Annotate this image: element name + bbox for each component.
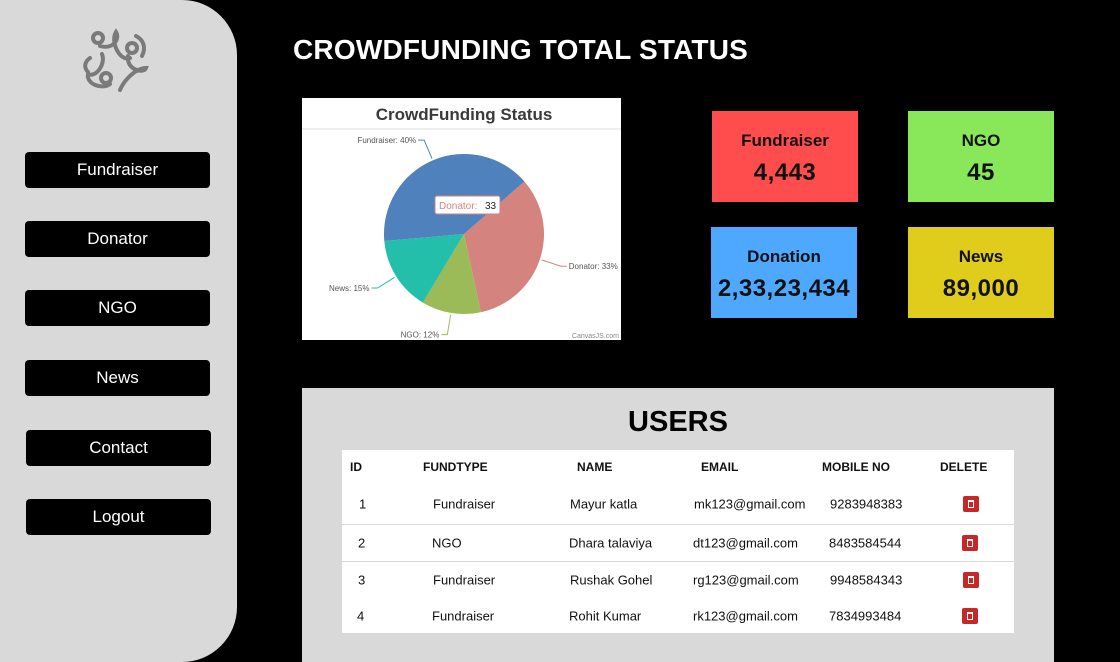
stat-card-ngo: NGO 45 <box>908 111 1054 202</box>
stat-card-value: 45 <box>967 159 995 186</box>
cell-email: rk123@gmail.com <box>693 608 798 623</box>
slice-label-leader <box>371 277 395 289</box>
cell-name: Mayur katla <box>570 496 638 512</box>
cell-name: Rushak Gohel <box>570 572 653 588</box>
slice-label-leader <box>418 139 433 159</box>
table-row: 4 Fundraiser Rohit Kumar rk123@gmail.com… <box>342 598 1014 633</box>
chart-credit: CanvasJS.com <box>572 333 619 340</box>
cell-id: 3 <box>358 572 366 588</box>
nav-logout-button[interactable]: Logout <box>26 499 211 535</box>
column-header-delete: DELETE <box>940 460 988 474</box>
stat-card-fundraiser: Fundraiser 4,443 <box>712 111 858 202</box>
status-pie-chart: CrowdFunding Status Donator: 33% NGO: 12%… <box>302 98 621 340</box>
nav-ngo-button[interactable]: NGO <box>25 290 210 326</box>
table-header-row: ID FUNDTYPE NAME EMAIL MOBILE NO DELETE <box>342 450 1014 484</box>
nav-donator-button[interactable]: Donator <box>25 221 210 257</box>
nav-fundraiser-button[interactable]: Fundraiser <box>25 152 210 188</box>
stat-card-label: Fundraiser <box>741 131 829 150</box>
cell-id: 4 <box>357 608 365 623</box>
nav-news-button[interactable]: News <box>25 360 210 396</box>
slice-label-leader <box>541 259 567 267</box>
cell-mobile: 9283948383 <box>830 496 903 512</box>
users-title: USERS <box>628 406 728 438</box>
table-row: 2 NGO Dhara talaviya dt123@gmail.com 848… <box>342 525 1014 561</box>
stat-card-value: 4,443 <box>753 159 817 186</box>
trash-icon[interactable] <box>962 607 978 624</box>
cell-mobile: 9948584343 <box>830 572 903 588</box>
slice-label: NGO: 12% <box>401 331 440 340</box>
cell-mobile: 8483584544 <box>829 535 902 551</box>
tooltip-value: 33 <box>485 201 497 212</box>
slice-label: Fundraiser: 40% <box>357 136 416 145</box>
people-logo-icon <box>83 28 149 92</box>
slice-label: News: 15% <box>329 284 369 293</box>
trash-icon[interactable] <box>962 535 978 551</box>
chart-title: CrowdFunding Status <box>376 105 553 124</box>
cell-name: Dhara talaviya <box>569 535 653 551</box>
cell-email: dt123@gmail.com <box>693 535 798 551</box>
cell-fundtype: Fundraiser <box>432 608 495 623</box>
cell-email: rg123@gmail.com <box>693 572 799 588</box>
column-header-mobile: MOBILE NO <box>822 460 890 474</box>
table-row: 1 Fundraiser Mayur katla mk123@gmail.com… <box>342 484 1014 524</box>
cell-fundtype: Fundraiser <box>433 572 496 588</box>
cell-fundtype: NGO <box>432 535 462 551</box>
column-header-name: NAME <box>577 460 613 474</box>
stat-card-news: News 89,000 <box>908 227 1054 318</box>
cell-name: Rohit Kumar <box>569 608 642 623</box>
stat-card-label: NGO <box>961 131 1001 150</box>
column-header-email: EMAIL <box>701 460 739 474</box>
trash-icon[interactable] <box>963 496 979 512</box>
stat-card-donation: Donation 2,33,23,434 <box>711 227 857 318</box>
stat-card-label: News <box>958 247 1004 266</box>
pie-chart-svg: CrowdFunding Status Donator: 33% NGO: 12%… <box>302 105 621 340</box>
stat-card-value: 89,000 <box>942 275 1020 302</box>
stat-card-label: Donation <box>747 247 821 266</box>
cell-mobile: 7834993484 <box>829 608 902 623</box>
cell-id: 2 <box>358 535 366 551</box>
slice-label-leader <box>441 314 452 336</box>
table-row: 3 Fundraiser Rushak Gohel rg123@gmail.co… <box>342 562 1014 598</box>
chart-tooltip: Donator: 33 <box>434 195 501 215</box>
slice-label: Donator: 33% <box>569 262 618 271</box>
page-title: CROWDFUNDING TOTAL STATUS <box>293 34 749 65</box>
column-header-fundtype: FUNDTYPE <box>423 460 488 474</box>
nav-contact-button[interactable]: Contact <box>26 430 211 466</box>
users-panel: USERS ID FUNDTYPE NAME EMAIL MOBILE NO D… <box>302 388 1054 662</box>
tooltip-label: Donator: <box>439 201 477 212</box>
cell-id: 1 <box>359 496 367 512</box>
column-header-id: ID <box>350 460 362 474</box>
trash-icon[interactable] <box>963 572 979 588</box>
cell-email: mk123@gmail.com <box>694 496 806 512</box>
stat-card-value: 2,33,23,434 <box>717 275 851 302</box>
cell-fundtype: Fundraiser <box>433 496 496 512</box>
sidebar: Fundraiser Donator NGO News Contact Logo… <box>0 0 237 662</box>
